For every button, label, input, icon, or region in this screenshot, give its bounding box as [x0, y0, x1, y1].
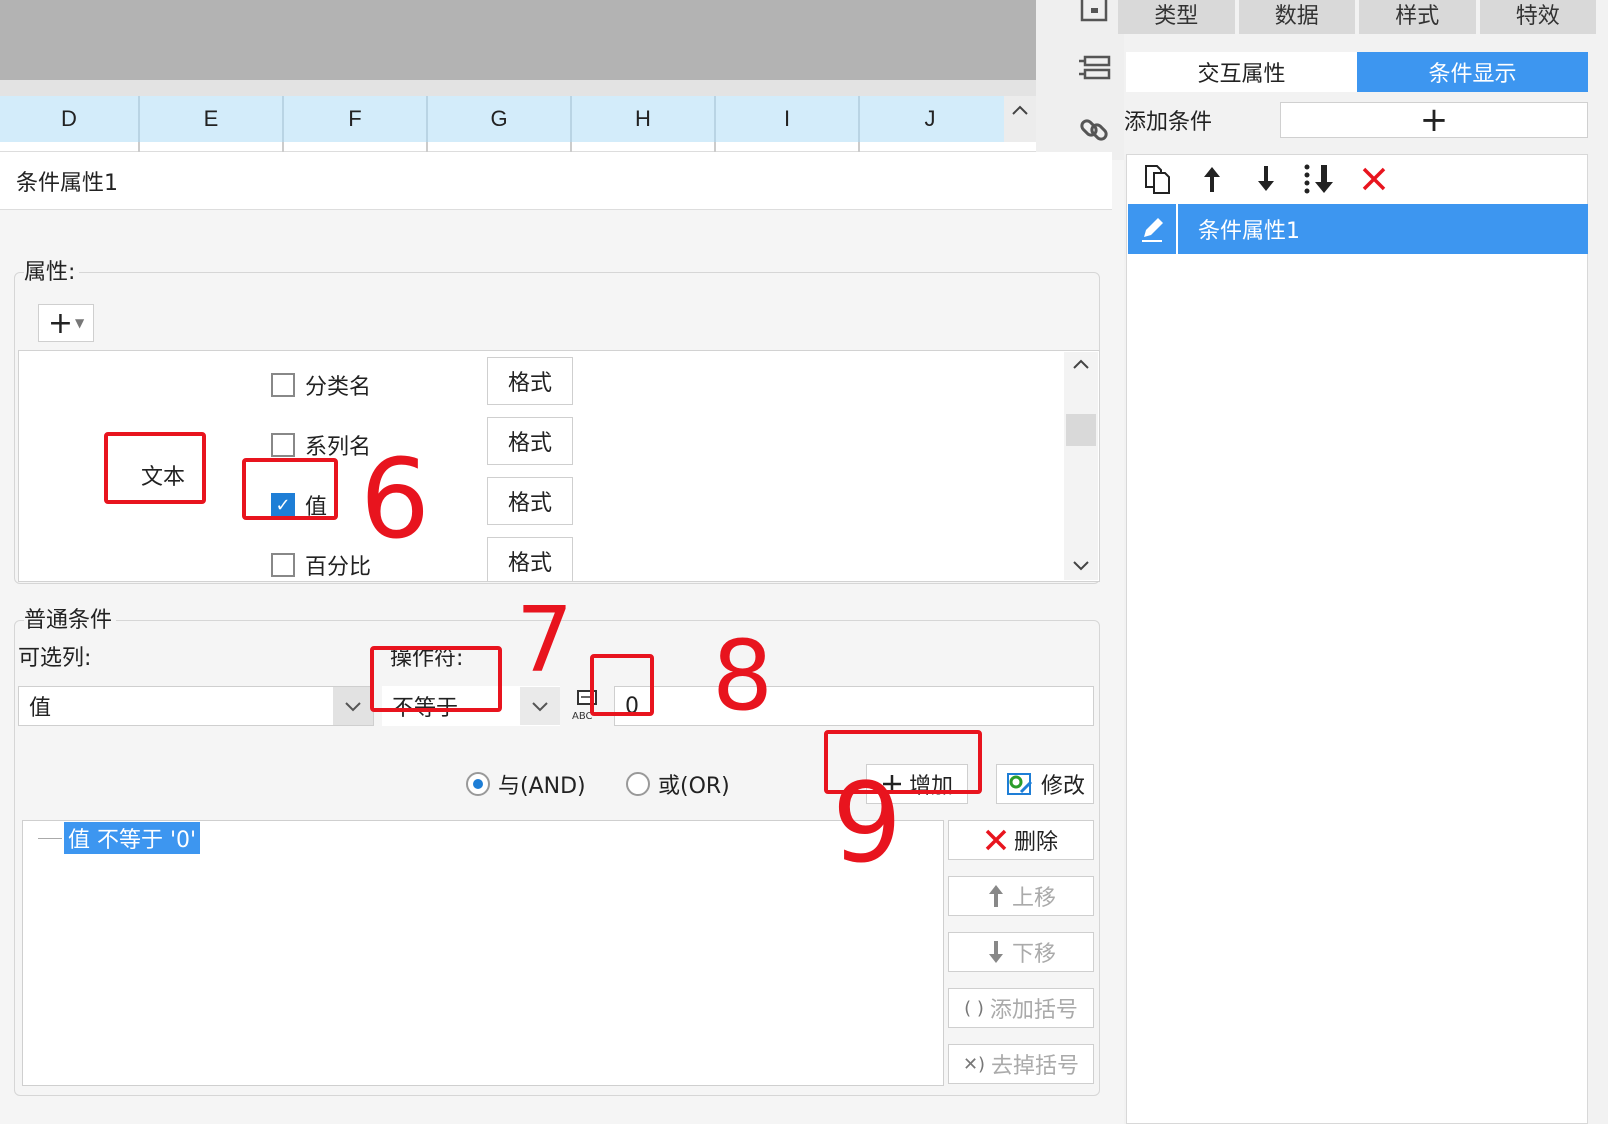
- annotation-number-8: 8: [712, 620, 774, 732]
- copy-icon[interactable]: [1140, 161, 1176, 197]
- delete-button-label: 删除: [1013, 830, 1058, 855]
- add-bracket-button[interactable]: ( ) 添加括号: [948, 988, 1094, 1028]
- delete-button[interactable]: 删除: [948, 820, 1094, 860]
- column-select-value: 值: [29, 696, 52, 721]
- add-condition-button[interactable]: +: [1280, 100, 1588, 140]
- panel-title: 条件属性1: [0, 152, 1112, 210]
- tab-style[interactable]: 样式: [1359, 0, 1476, 34]
- column-header-f[interactable]: F: [284, 96, 428, 142]
- delete-icon[interactable]: [1356, 161, 1392, 197]
- option-label: 分类名: [305, 375, 372, 400]
- column-header-e[interactable]: E: [140, 96, 284, 142]
- tab-condition-display[interactable]: 条件显示: [1357, 52, 1588, 92]
- move-up-label: 上移: [1011, 886, 1056, 911]
- move-down-label: 下移: [1011, 942, 1056, 967]
- attribute-scrollbar[interactable]: [1064, 352, 1098, 580]
- column-header-d[interactable]: D: [0, 96, 140, 142]
- and-radio[interactable]: [466, 772, 490, 796]
- or-radio-label: 或(OR): [658, 774, 730, 799]
- top-tab-bar: 类型 数据 样式 特效: [1118, 0, 1596, 34]
- column-header-g[interactable]: G: [428, 96, 572, 142]
- condition-item-label: 条件属性1: [1198, 219, 1300, 244]
- attribute-group-label: 属性:: [24, 254, 80, 286]
- annotation-box-input: [590, 654, 654, 716]
- modify-button-label: 修改: [1040, 774, 1085, 799]
- column-select[interactable]: 值: [18, 686, 374, 726]
- move-up-icon[interactable]: [1194, 161, 1230, 197]
- modify-icon: [1006, 773, 1033, 795]
- tab-data[interactable]: 数据: [1238, 0, 1355, 34]
- sub-tab-bar: 交互属性 条件显示: [1126, 52, 1588, 92]
- annotation-box-value: [242, 458, 338, 520]
- option-series-name[interactable]: 系列名: [271, 429, 371, 461]
- move-down-icon[interactable]: [1248, 161, 1284, 197]
- condition-list-item[interactable]: 条件属性1: [1128, 204, 1588, 254]
- arrow-up-icon: [988, 885, 1003, 907]
- add-condition-label: 添加条件: [1124, 110, 1213, 135]
- annotation-box-text: [104, 432, 206, 504]
- percent-checkbox[interactable]: [271, 553, 295, 577]
- annotation-number-6: 6: [360, 435, 430, 563]
- chevron-up-icon: [1012, 105, 1028, 115]
- arrow-down-icon: [988, 941, 1003, 963]
- column-header-h[interactable]: H: [572, 96, 716, 142]
- condition-list-toolbar: [1126, 156, 1588, 202]
- format-button-series[interactable]: 格式: [487, 417, 573, 465]
- link-icon[interactable]: [1076, 112, 1112, 148]
- scroll-up-button[interactable]: [1004, 96, 1036, 142]
- tree-connector: [38, 838, 62, 839]
- chevron-down-icon[interactable]: [333, 687, 373, 725]
- add-bracket-label: 添加括号: [989, 998, 1078, 1023]
- column-header-j[interactable]: J: [860, 96, 1000, 142]
- condition-tree: [22, 820, 944, 1086]
- chart-canvas-area: [0, 0, 1036, 80]
- plus-icon: +: [47, 305, 73, 341]
- chevron-down-icon[interactable]: [1064, 556, 1098, 576]
- move-bottom-icon[interactable]: [1302, 161, 1338, 197]
- option-category-name[interactable]: 分类名: [271, 369, 371, 401]
- widget-list-icon[interactable]: [1076, 50, 1112, 86]
- format-button-category[interactable]: 格式: [487, 357, 573, 405]
- condition-tree-item[interactable]: 值 不等于 '0': [64, 822, 201, 854]
- annotation-number-7: 7: [516, 588, 574, 693]
- option-percent[interactable]: 百分比: [271, 549, 371, 581]
- edit-icon[interactable]: [1128, 204, 1178, 254]
- canvas-divider: [0, 80, 1036, 96]
- normal-condition-label: 普通条件: [24, 602, 117, 634]
- tab-interaction-properties[interactable]: 交互属性: [1126, 52, 1357, 92]
- condition-value-input[interactable]: 0: [614, 686, 1094, 726]
- remove-bracket-label: 去掉括号: [991, 1054, 1080, 1079]
- move-up-button[interactable]: 上移: [948, 876, 1094, 916]
- column-select-label: 可选列:: [18, 646, 92, 671]
- delete-icon: [985, 829, 1007, 851]
- logic-and-option[interactable]: 与(AND): [466, 768, 586, 800]
- remove-bracket-button[interactable]: ✕) 去掉括号: [948, 1044, 1094, 1084]
- caret-down-icon: ▼: [74, 316, 85, 330]
- logic-or-option[interactable]: 或(OR): [626, 768, 730, 800]
- or-radio[interactable]: [626, 772, 650, 796]
- column-header-row: D E F G H I J: [0, 96, 1004, 142]
- annotation-number-9: 9: [832, 759, 902, 887]
- format-button-value[interactable]: 格式: [487, 477, 573, 525]
- scrollbar-thumb[interactable]: [1066, 414, 1096, 446]
- condition-list: [1126, 154, 1588, 1124]
- chevron-up-icon[interactable]: [1064, 354, 1098, 374]
- panel-title-text: 条件属性1: [16, 170, 118, 196]
- tab-effects[interactable]: 特效: [1479, 0, 1596, 34]
- column-header-i[interactable]: I: [716, 96, 860, 142]
- format-button-percent[interactable]: 格式: [487, 537, 573, 581]
- and-radio-label: 与(AND): [498, 774, 586, 799]
- annotation-box-operator: [370, 646, 502, 712]
- sheet-row-strip: [0, 142, 1036, 152]
- modify-button[interactable]: 修改: [996, 764, 1094, 804]
- layout-icon[interactable]: [1076, 0, 1112, 28]
- series-name-checkbox[interactable]: [271, 433, 295, 457]
- move-down-button[interactable]: 下移: [948, 932, 1094, 972]
- tab-type[interactable]: 类型: [1118, 0, 1235, 34]
- add-attribute-button[interactable]: + ▼: [38, 304, 94, 342]
- category-name-checkbox[interactable]: [271, 373, 295, 397]
- bracket-icon: ( ): [964, 997, 984, 1019]
- remove-bracket-icon: ✕): [962, 1053, 986, 1075]
